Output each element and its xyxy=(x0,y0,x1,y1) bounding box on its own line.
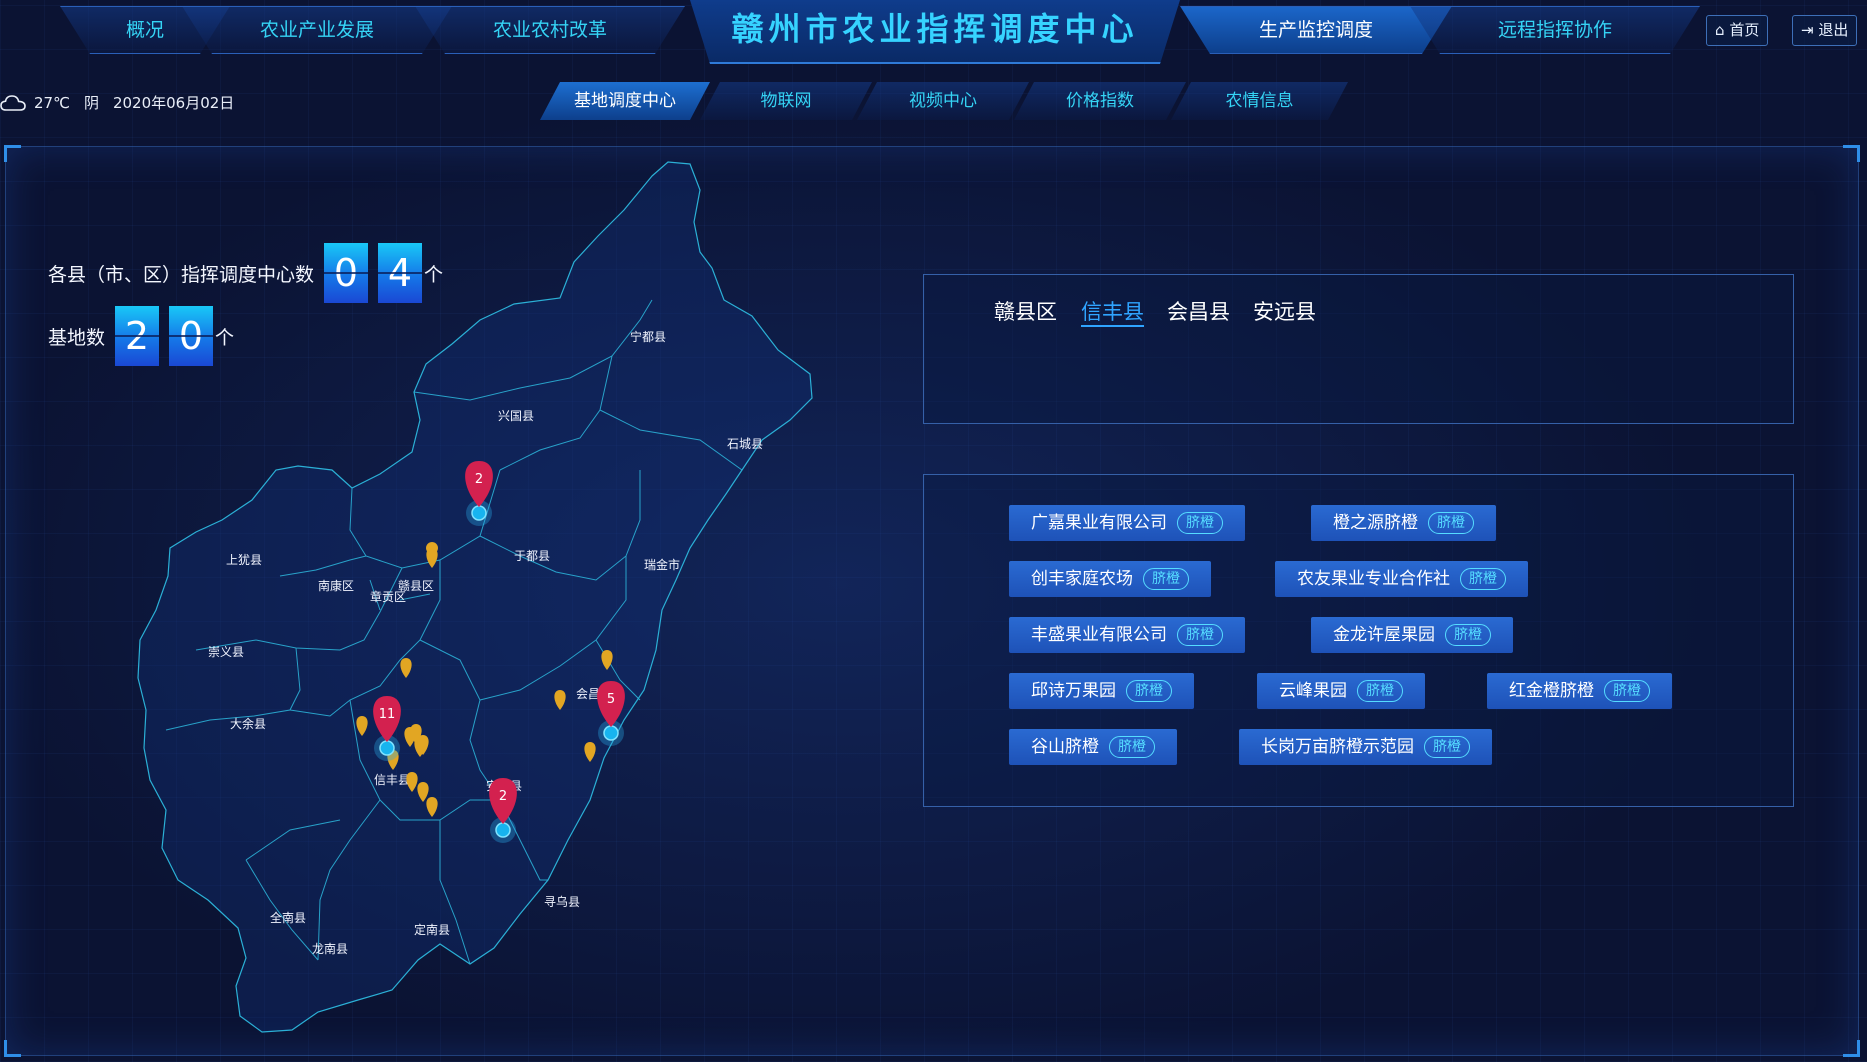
county-tab-xinfeng[interactable]: 信丰县 xyxy=(1081,296,1144,326)
base-item[interactable]: 长岗万亩脐橙示范园 脐橙 xyxy=(1239,729,1492,765)
base-item-name: 橙之源脐橙 xyxy=(1333,513,1418,533)
base-item-tag: 脐橙 xyxy=(1126,680,1172,702)
base-count-digit: 0 xyxy=(169,306,214,366)
base-item[interactable]: 广嘉果业有限公司 脐橙 xyxy=(1009,505,1245,541)
base-count-digit: 2 xyxy=(115,306,160,366)
center-count-stat: 各县（市、区）指挥调度中心数 0 4 个 xyxy=(48,243,443,303)
base-item-tag: 脐橙 xyxy=(1357,680,1403,702)
base-item[interactable]: 橙之源脐橙 脐橙 xyxy=(1311,505,1496,541)
base-item-name: 农友果业专业合作社 xyxy=(1297,569,1450,589)
map-label: 寻乌县 xyxy=(544,894,580,909)
marker-count: 2 xyxy=(499,789,507,804)
map-label: 全南县 xyxy=(270,910,306,925)
base-count-stat: 基地数 2 0 个 xyxy=(48,306,234,366)
map-label: 瑞金市 xyxy=(644,557,680,572)
county-tab-ganxian[interactable]: 赣县区 xyxy=(994,296,1057,326)
map-label: 崇义县 xyxy=(208,645,244,659)
center-count-unit: 个 xyxy=(424,263,444,286)
base-item[interactable]: 丰盛果业有限公司 脐橙 xyxy=(1009,617,1245,653)
marker-count: 2 xyxy=(475,472,483,487)
base-item-tag: 脐橙 xyxy=(1428,512,1474,534)
base-item-name: 丰盛果业有限公司 xyxy=(1031,625,1167,645)
base-item-tag: 脐橙 xyxy=(1424,736,1470,758)
map-label: 定南县 xyxy=(414,922,450,937)
base-item[interactable]: 创丰家庭农场 脐橙 xyxy=(1009,561,1211,597)
map-label: 于都县 xyxy=(514,549,550,563)
base-count-unit: 个 xyxy=(215,326,235,349)
base-count-label: 基地数 xyxy=(48,326,106,349)
base-item-name: 云峰果园 xyxy=(1279,681,1347,701)
county-tab-anyuan[interactable]: 安远县 xyxy=(1253,296,1316,326)
base-item-tag: 脐橙 xyxy=(1143,568,1189,590)
base-item-name: 谷山脐橙 xyxy=(1031,737,1099,757)
base-item-name: 金龙许屋果园 xyxy=(1333,625,1435,645)
base-item-name: 红金橙脐橙 xyxy=(1509,681,1594,701)
center-count-digit: 4 xyxy=(378,243,423,303)
base-item-tag: 脐橙 xyxy=(1177,512,1223,534)
center-count-digit: 0 xyxy=(324,243,369,303)
map-label: 上犹县 xyxy=(226,553,262,567)
map-label: 章贡区 xyxy=(370,589,406,604)
map-label: 宁都县 xyxy=(630,329,666,344)
map-label: 石城县 xyxy=(727,437,763,451)
base-item[interactable]: 云峰果园 脐橙 xyxy=(1257,673,1425,709)
base-item-name: 创丰家庭农场 xyxy=(1031,569,1133,589)
base-item-name: 广嘉果业有限公司 xyxy=(1031,513,1167,533)
base-item-tag: 脐橙 xyxy=(1445,624,1491,646)
base-item-name: 邱诗万果园 xyxy=(1031,681,1116,701)
base-item-tag: 脐橙 xyxy=(1109,736,1155,758)
center-count-label: 各县（市、区）指挥调度中心数 xyxy=(48,263,315,286)
marker-dot xyxy=(603,725,619,741)
map-label: 龙南县 xyxy=(312,941,348,956)
marker-count: 5 xyxy=(607,692,615,707)
base-item-name: 长岗万亩脐橙示范园 xyxy=(1261,737,1414,757)
base-item[interactable]: 农友果业专业合作社 脐橙 xyxy=(1275,561,1528,597)
map-label: 南康区 xyxy=(318,578,354,593)
county-tab-huichang[interactable]: 会昌县 xyxy=(1167,296,1230,326)
map-label: 大余县 xyxy=(230,716,266,731)
marker-dot xyxy=(471,505,487,521)
base-item[interactable]: 谷山脐橙 脐橙 xyxy=(1009,729,1177,765)
marker-dot xyxy=(379,740,395,756)
base-item-tag: 脐橙 xyxy=(1177,624,1223,646)
base-item[interactable]: 邱诗万果园 脐橙 xyxy=(1009,673,1194,709)
base-item-tag: 脐橙 xyxy=(1460,568,1506,590)
base-item[interactable]: 金龙许屋果园 脐橙 xyxy=(1311,617,1513,653)
map-label: 兴国县 xyxy=(498,409,534,423)
base-item[interactable]: 红金橙脐橙 脐橙 xyxy=(1487,673,1672,709)
base-item-tag: 脐橙 xyxy=(1604,680,1650,702)
marker-count: 11 xyxy=(379,707,396,722)
marker-dot xyxy=(495,822,511,838)
map-label: 信丰县 xyxy=(374,773,410,787)
